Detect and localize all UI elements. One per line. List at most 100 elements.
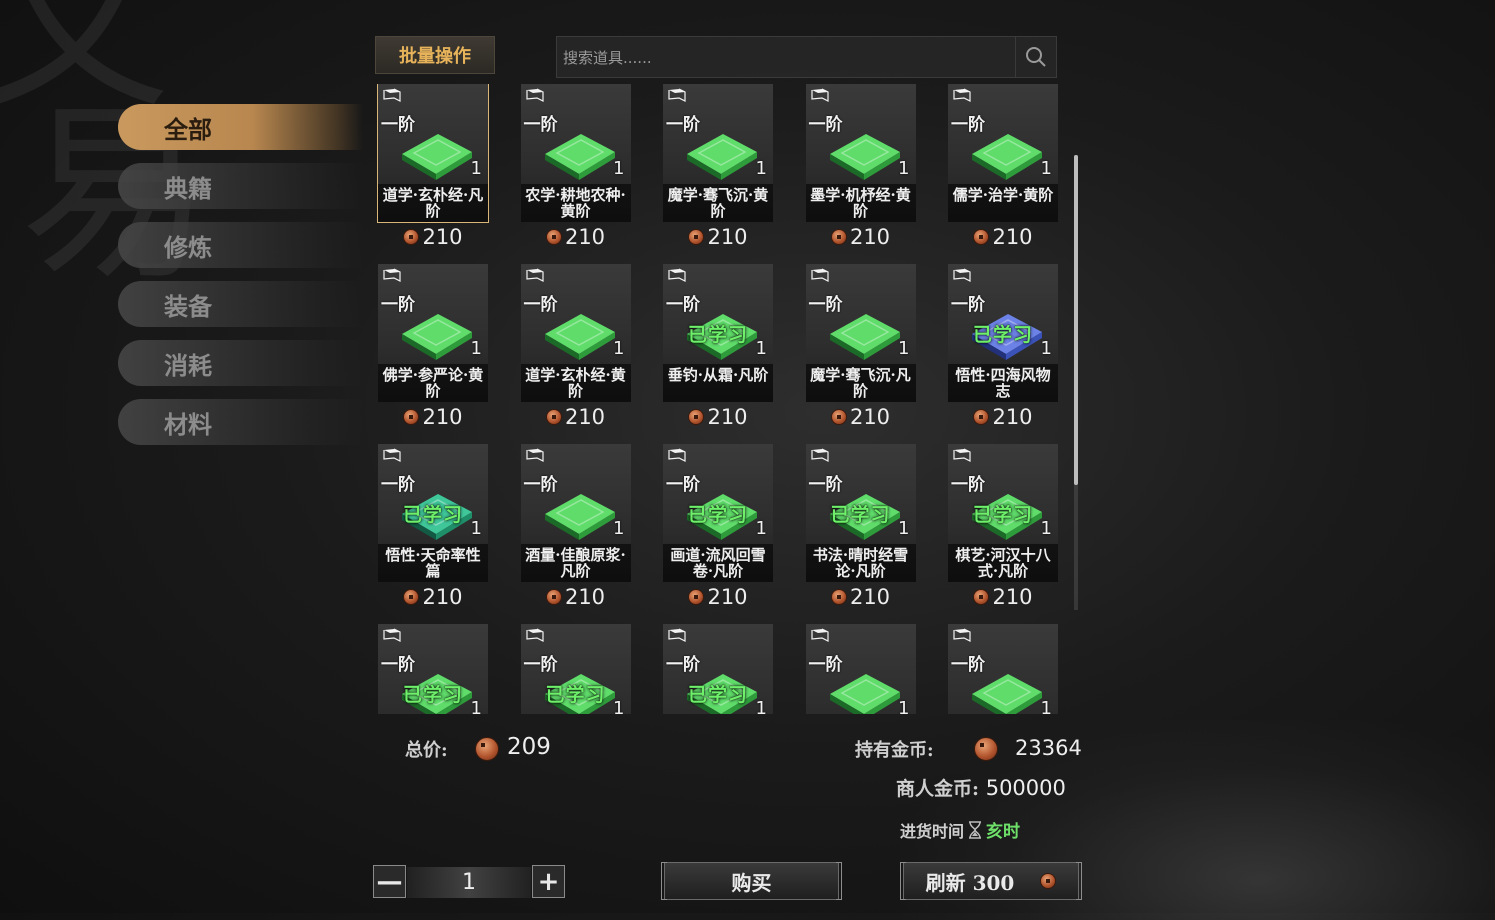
shop-item-slot[interactable]: 一阶 已学习 1 画道·流风回雪卷·凡阶 210 bbox=[661, 444, 775, 609]
shop-item-slot[interactable]: 一阶 1 bbox=[804, 624, 918, 714]
item-grid-scrollbar[interactable] bbox=[1074, 155, 1078, 610]
item-quantity: 1 bbox=[755, 158, 767, 179]
item-tile[interactable]: 一阶 1 墨学·机杼经·黄阶 bbox=[805, 84, 916, 222]
item-tile[interactable]: 一阶 1 儒学·治学·黄阶 bbox=[948, 84, 1058, 222]
book-tag-icon bbox=[383, 268, 401, 282]
book-tag-icon bbox=[525, 88, 544, 102]
refresh-button[interactable]: 刷新 300 bbox=[900, 862, 1082, 900]
item-price: 210 bbox=[519, 225, 633, 249]
item-tile[interactable]: 一阶 已学习 1 书法·晴时经雪论·凡阶 bbox=[805, 444, 916, 582]
category-tab-materials[interactable]: 材料 bbox=[118, 399, 363, 445]
book-tag-icon bbox=[383, 88, 401, 102]
search-button[interactable] bbox=[1015, 37, 1056, 77]
book-tag-icon bbox=[810, 268, 829, 282]
item-name: 道学·玄朴经·黄阶 bbox=[520, 364, 631, 402]
skill-book-icon bbox=[402, 314, 472, 360]
item-tile[interactable]: 一阶 已学习 1 悟性·天命率性篇 bbox=[378, 444, 488, 582]
item-name: 画道·流风回雪卷·凡阶 bbox=[663, 544, 773, 582]
shop-item-slot[interactable]: 一阶 1 魔学·骞飞沉·凡阶 210 bbox=[804, 264, 918, 429]
shop-item-slot[interactable]: 一阶 1 佛学·参严论·黄阶 210 bbox=[376, 264, 490, 429]
category-tab-consumables[interactable]: 消耗 bbox=[118, 340, 363, 386]
decrease-quantity-button[interactable]: — bbox=[373, 865, 406, 898]
item-tile[interactable]: 一阶 1 魔学·骞飞沉·凡阶 bbox=[805, 264, 916, 402]
shop-item-slot[interactable]: 一阶 1 农学·耕地农种·黄阶 210 bbox=[519, 84, 633, 249]
skill-book-icon bbox=[544, 134, 615, 180]
item-quantity: 1 bbox=[613, 698, 625, 714]
item-tile[interactable]: 一阶 1 酒量·佳酿原浆·凡阶 bbox=[520, 444, 631, 582]
book-tag-icon bbox=[810, 88, 829, 102]
item-price-value: 210 bbox=[707, 585, 748, 609]
scrollbar-thumb[interactable] bbox=[1074, 155, 1078, 485]
batch-operation-button[interactable]: 批量操作 bbox=[375, 36, 495, 74]
book-tag-icon bbox=[668, 628, 686, 642]
item-name: 悟性·四海风物志 bbox=[948, 364, 1058, 402]
shop-item-slot[interactable]: 一阶 1 道学·玄朴经·黄阶 210 bbox=[519, 264, 633, 429]
search-input[interactable] bbox=[557, 37, 1020, 79]
shop-item-slot[interactable]: 一阶 已学习 1 书法·晴时经雪论·凡阶 210 bbox=[804, 444, 918, 609]
item-quantity: 1 bbox=[613, 518, 625, 539]
item-tile[interactable]: 一阶 已学习 1 棋艺·河汉十八式·凡阶 bbox=[948, 444, 1058, 582]
restock-time: 进货时间 亥时 bbox=[900, 817, 1020, 842]
book-tag-icon bbox=[953, 448, 971, 462]
shop-item-slot[interactable]: 一阶 已学习 1 bbox=[661, 624, 775, 714]
shop-item-slot[interactable]: 一阶 已学习 1 bbox=[376, 624, 490, 714]
item-tile[interactable]: 一阶 1 bbox=[948, 624, 1058, 714]
shop-item-slot[interactable]: 一阶 1 酒量·佳酿原浆·凡阶 210 bbox=[519, 444, 633, 609]
item-quantity: 1 bbox=[898, 338, 910, 359]
item-tile[interactable]: 一阶 已学习 1 bbox=[520, 624, 631, 714]
copper-coin-icon bbox=[830, 409, 847, 425]
item-tile[interactable]: 一阶 1 农学·耕地农种·黄阶 bbox=[520, 84, 631, 222]
copper-coin-icon bbox=[830, 589, 847, 605]
copper-coin-icon bbox=[403, 589, 420, 605]
category-tab-books[interactable]: 典籍 bbox=[118, 163, 363, 209]
item-name: 农学·耕地农种·黄阶 bbox=[520, 184, 631, 222]
item-tile[interactable]: 一阶 已学习 1 垂钓·从霜·凡阶 bbox=[663, 264, 773, 402]
item-tile[interactable]: 一阶 1 道学·玄朴经·黄阶 bbox=[520, 264, 631, 402]
shop-item-slot[interactable]: 一阶 1 儒学·治学·黄阶 210 bbox=[946, 84, 1060, 249]
copper-coin-icon bbox=[545, 589, 562, 605]
copper-coin-icon bbox=[403, 409, 420, 425]
shop-item-slot[interactable]: 一阶 1 bbox=[946, 624, 1060, 714]
item-tile[interactable]: 一阶 已学习 1 bbox=[663, 624, 773, 714]
skill-book-icon bbox=[544, 494, 615, 540]
item-price: 210 bbox=[376, 405, 490, 429]
shop-item-slot[interactable]: 一阶 已学习 1 悟性·天命率性篇 210 bbox=[376, 444, 490, 609]
category-tab-equipment[interactable]: 装备 bbox=[118, 281, 363, 327]
shop-item-slot[interactable]: 一阶 已学习 1 bbox=[519, 624, 633, 714]
increase-quantity-button[interactable]: + bbox=[532, 865, 565, 898]
item-tile[interactable]: 一阶 1 bbox=[805, 624, 916, 714]
item-price-value: 210 bbox=[564, 585, 606, 609]
item-quantity: 1 bbox=[755, 338, 767, 359]
buy-button[interactable]: 购买 bbox=[661, 862, 842, 900]
item-tile[interactable]: 一阶 已学习 1 bbox=[378, 624, 488, 714]
item-tile[interactable]: 一阶 已学习 1 悟性·四海风物志 bbox=[948, 264, 1058, 402]
item-price-value: 210 bbox=[564, 225, 606, 249]
shop-item-slot[interactable]: 一阶 已学习 1 悟性·四海风物志 210 bbox=[946, 264, 1060, 429]
item-price-value: 210 bbox=[564, 405, 606, 429]
category-tab-all[interactable]: 全部 bbox=[118, 104, 363, 150]
shop-item-slot[interactable]: 一阶 1 魔学·骞飞沉·黄阶 210 bbox=[661, 84, 775, 249]
item-tile[interactable]: 一阶 已学习 1 画道·流风回雪卷·凡阶 bbox=[663, 444, 773, 582]
item-name: 棋艺·河汉十八式·凡阶 bbox=[948, 544, 1058, 582]
shop-item-slot[interactable]: 一阶 1 墨学·机杼经·黄阶 210 bbox=[804, 84, 918, 249]
item-tile[interactable]: 一阶 1 佛学·参严论·黄阶 bbox=[378, 264, 488, 402]
item-name: 魔学·骞飞沉·凡阶 bbox=[805, 364, 916, 402]
shop-item-slot[interactable]: 一阶 1 道学·玄朴经·凡阶 210 bbox=[376, 84, 490, 249]
item-quantity: 1 bbox=[470, 158, 482, 179]
book-tag-icon bbox=[525, 448, 544, 462]
item-price: 210 bbox=[946, 225, 1060, 249]
book-tag-icon bbox=[810, 448, 829, 462]
item-price-value: 210 bbox=[707, 225, 748, 249]
item-quantity: 1 bbox=[1040, 158, 1052, 179]
skill-book-icon bbox=[687, 134, 757, 180]
book-tag-icon bbox=[383, 628, 401, 642]
copper-coin-icon bbox=[475, 737, 499, 761]
quantity-value[interactable]: 1 bbox=[407, 867, 531, 898]
category-tab-cultivation[interactable]: 修炼 bbox=[118, 222, 363, 268]
item-tile[interactable]: 一阶 1 道学·玄朴经·凡阶 bbox=[377, 84, 489, 223]
shop-item-slot[interactable]: 一阶 已学习 1 棋艺·河汉十八式·凡阶 210 bbox=[946, 444, 1060, 609]
shop-item-slot[interactable]: 一阶 已学习 1 垂钓·从霜·凡阶 210 bbox=[661, 264, 775, 429]
buy-button-label: 购买 bbox=[731, 870, 772, 895]
copper-coin-icon bbox=[545, 409, 562, 425]
item-tile[interactable]: 一阶 1 魔学·骞飞沉·黄阶 bbox=[663, 84, 773, 222]
